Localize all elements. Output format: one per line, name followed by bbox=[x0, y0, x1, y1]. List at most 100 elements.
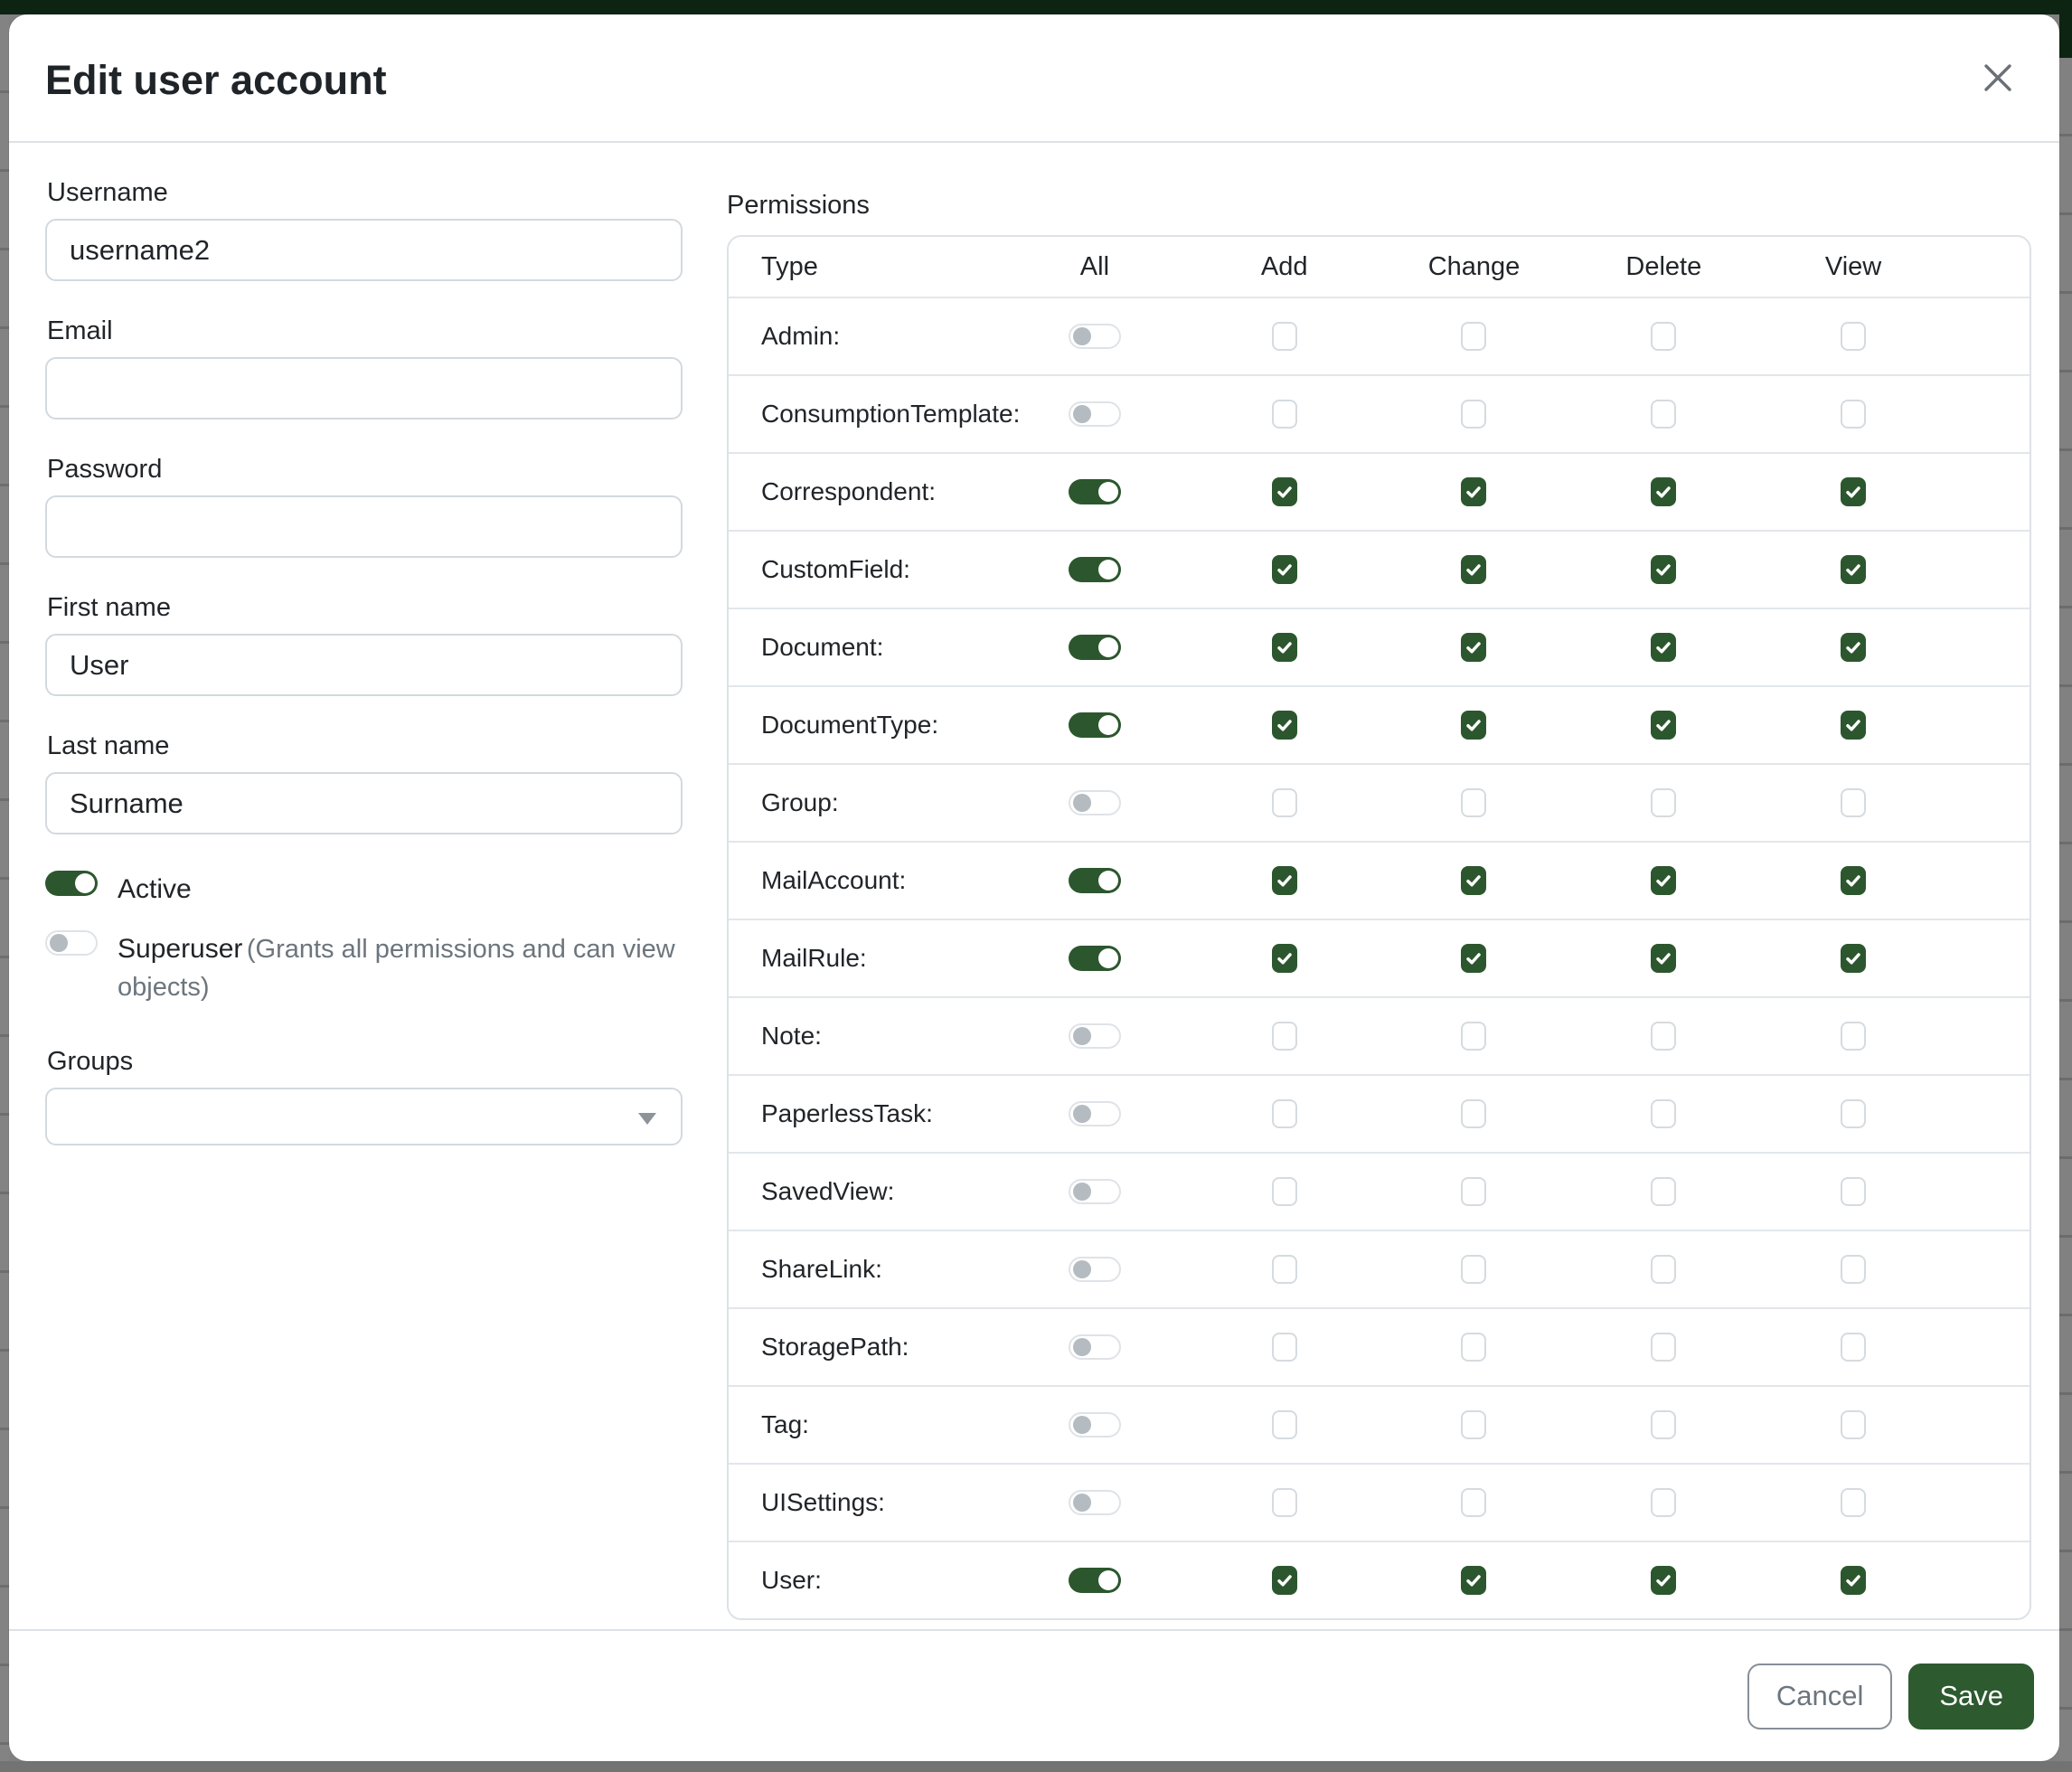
add-checkbox[interactable] bbox=[1272, 944, 1297, 973]
all-toggle[interactable] bbox=[1069, 1412, 1121, 1437]
add-checkbox[interactable] bbox=[1272, 322, 1297, 351]
add-checkbox[interactable] bbox=[1272, 1410, 1297, 1439]
view-checkbox[interactable] bbox=[1841, 1488, 1866, 1517]
view-checkbox[interactable] bbox=[1841, 1177, 1866, 1206]
permissions-table: Type All Add Change Delete View Admin: bbox=[727, 235, 2031, 1620]
view-checkbox[interactable] bbox=[1841, 1566, 1866, 1595]
save-button[interactable]: Save bbox=[1908, 1664, 2034, 1730]
view-checkbox[interactable] bbox=[1841, 477, 1866, 506]
view-checkbox[interactable] bbox=[1841, 322, 1866, 351]
last-name-input[interactable] bbox=[45, 772, 683, 834]
username-input[interactable] bbox=[45, 219, 683, 281]
all-toggle[interactable] bbox=[1069, 479, 1121, 504]
view-checkbox[interactable] bbox=[1841, 944, 1866, 973]
all-toggle[interactable] bbox=[1069, 1490, 1121, 1515]
delete-checkbox[interactable] bbox=[1651, 1099, 1676, 1128]
all-toggle[interactable] bbox=[1069, 1257, 1121, 1282]
delete-checkbox[interactable] bbox=[1651, 555, 1676, 584]
delete-checkbox[interactable] bbox=[1651, 400, 1676, 429]
view-checkbox[interactable] bbox=[1841, 400, 1866, 429]
delete-checkbox[interactable] bbox=[1651, 1488, 1676, 1517]
email-input[interactable] bbox=[45, 357, 683, 419]
all-toggle[interactable] bbox=[1069, 635, 1121, 660]
all-toggle[interactable] bbox=[1069, 1179, 1121, 1204]
delete-checkbox[interactable] bbox=[1651, 1022, 1676, 1051]
delete-checkbox[interactable] bbox=[1651, 1177, 1676, 1206]
delete-checkbox[interactable] bbox=[1651, 866, 1676, 895]
change-checkbox[interactable] bbox=[1461, 1333, 1486, 1362]
password-input[interactable] bbox=[45, 495, 683, 558]
view-checkbox[interactable] bbox=[1841, 1255, 1866, 1284]
change-checkbox[interactable] bbox=[1461, 1410, 1486, 1439]
view-checkbox[interactable] bbox=[1841, 1022, 1866, 1051]
add-checkbox[interactable] bbox=[1272, 1099, 1297, 1128]
view-checkbox[interactable] bbox=[1841, 1099, 1866, 1128]
add-checkbox[interactable] bbox=[1272, 866, 1297, 895]
change-checkbox[interactable] bbox=[1461, 322, 1486, 351]
all-toggle[interactable] bbox=[1069, 324, 1121, 349]
delete-checkbox[interactable] bbox=[1651, 1410, 1676, 1439]
delete-checkbox[interactable] bbox=[1651, 1255, 1676, 1284]
add-checkbox[interactable] bbox=[1272, 400, 1297, 429]
username-field-group: Username bbox=[45, 177, 683, 281]
add-checkbox[interactable] bbox=[1272, 711, 1297, 740]
change-checkbox[interactable] bbox=[1461, 1177, 1486, 1206]
toggle-knob bbox=[1073, 327, 1091, 345]
add-checkbox[interactable] bbox=[1272, 1488, 1297, 1517]
add-checkbox[interactable] bbox=[1272, 1177, 1297, 1206]
all-toggle[interactable] bbox=[1069, 712, 1121, 738]
all-toggle[interactable] bbox=[1069, 1568, 1121, 1593]
delete-checkbox[interactable] bbox=[1651, 711, 1676, 740]
superuser-toggle[interactable] bbox=[45, 930, 98, 956]
close-button[interactable] bbox=[1973, 52, 2023, 103]
all-toggle[interactable] bbox=[1069, 868, 1121, 893]
delete-checkbox[interactable] bbox=[1651, 1566, 1676, 1595]
add-checkbox[interactable] bbox=[1272, 788, 1297, 817]
all-toggle[interactable] bbox=[1069, 1023, 1121, 1049]
all-toggle[interactable] bbox=[1069, 946, 1121, 971]
delete-checkbox[interactable] bbox=[1651, 944, 1676, 973]
add-checkbox[interactable] bbox=[1272, 1255, 1297, 1284]
delete-checkbox[interactable] bbox=[1651, 633, 1676, 662]
add-checkbox[interactable] bbox=[1272, 555, 1297, 584]
add-checkbox[interactable] bbox=[1272, 1566, 1297, 1595]
view-checkbox[interactable] bbox=[1841, 1333, 1866, 1362]
add-checkbox[interactable] bbox=[1272, 1333, 1297, 1362]
cancel-button[interactable]: Cancel bbox=[1747, 1664, 1893, 1730]
view-checkbox[interactable] bbox=[1841, 1410, 1866, 1439]
change-checkbox[interactable] bbox=[1461, 711, 1486, 740]
all-toggle[interactable] bbox=[1069, 790, 1121, 815]
change-checkbox[interactable] bbox=[1461, 788, 1486, 817]
delete-checkbox[interactable] bbox=[1651, 788, 1676, 817]
change-checkbox[interactable] bbox=[1461, 1488, 1486, 1517]
groups-select[interactable] bbox=[45, 1088, 683, 1145]
first-name-input[interactable] bbox=[45, 634, 683, 696]
all-toggle[interactable] bbox=[1069, 401, 1121, 427]
delete-checkbox[interactable] bbox=[1651, 322, 1676, 351]
all-toggle[interactable] bbox=[1069, 1101, 1121, 1126]
add-checkbox[interactable] bbox=[1272, 477, 1297, 506]
add-checkbox[interactable] bbox=[1272, 1022, 1297, 1051]
change-checkbox[interactable] bbox=[1461, 1099, 1486, 1128]
change-checkbox[interactable] bbox=[1461, 1566, 1486, 1595]
change-checkbox[interactable] bbox=[1461, 555, 1486, 584]
change-checkbox[interactable] bbox=[1461, 866, 1486, 895]
change-checkbox[interactable] bbox=[1461, 1255, 1486, 1284]
all-toggle[interactable] bbox=[1069, 1334, 1121, 1360]
change-checkbox[interactable] bbox=[1461, 633, 1486, 662]
change-checkbox[interactable] bbox=[1461, 400, 1486, 429]
delete-checkbox[interactable] bbox=[1651, 1333, 1676, 1362]
change-checkbox[interactable] bbox=[1461, 944, 1486, 973]
check-icon bbox=[1654, 716, 1672, 734]
add-checkbox[interactable] bbox=[1272, 633, 1297, 662]
view-checkbox[interactable] bbox=[1841, 788, 1866, 817]
view-checkbox[interactable] bbox=[1841, 633, 1866, 662]
all-toggle[interactable] bbox=[1069, 557, 1121, 582]
change-checkbox[interactable] bbox=[1461, 477, 1486, 506]
change-checkbox[interactable] bbox=[1461, 1022, 1486, 1051]
view-checkbox[interactable] bbox=[1841, 866, 1866, 895]
active-toggle[interactable] bbox=[45, 871, 98, 896]
delete-checkbox[interactable] bbox=[1651, 477, 1676, 506]
view-checkbox[interactable] bbox=[1841, 555, 1866, 584]
view-checkbox[interactable] bbox=[1841, 711, 1866, 740]
